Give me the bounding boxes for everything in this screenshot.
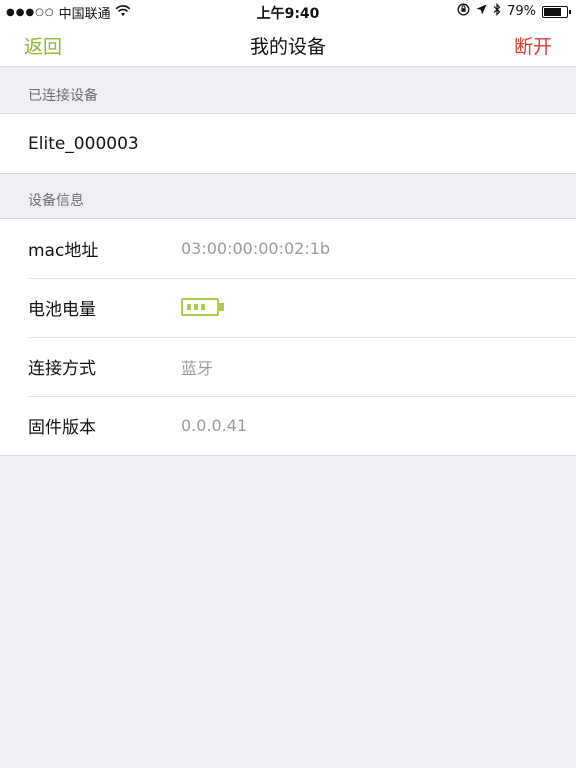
connected-device-list: Elite_000003 bbox=[0, 113, 576, 174]
battery-bars bbox=[187, 304, 213, 310]
battery-bar bbox=[201, 304, 205, 310]
connection-value: 蓝牙 bbox=[181, 358, 214, 378]
battery-percent: 79% bbox=[507, 4, 536, 19]
connected-section-title: 已连接设备 bbox=[28, 88, 98, 104]
location-arrow-icon bbox=[476, 4, 487, 19]
bluetooth-icon bbox=[493, 2, 501, 20]
battery-label: 电池电量 bbox=[28, 300, 96, 320]
firmware-value: 0.0.0.41 bbox=[181, 416, 248, 435]
device-info-list: mac地址 03:00:00:00:02:1b 电池电量 连接方式 蓝牙 固件版… bbox=[0, 218, 576, 456]
orientation-lock-icon bbox=[457, 3, 470, 20]
status-bar: ●●●○○ 中国联通 上午9:40 79% bbox=[0, 0, 576, 22]
page-title: 我的设备 bbox=[249, 36, 326, 58]
battery-icon bbox=[181, 298, 224, 316]
status-battery-icon bbox=[542, 5, 571, 18]
device-name: Elite_000003 bbox=[28, 133, 139, 154]
firmware-label: 固件版本 bbox=[28, 418, 96, 438]
disconnect-button[interactable]: 断开 bbox=[514, 32, 552, 59]
mac-value: 03:00:00:00:02:1b bbox=[181, 239, 331, 258]
navigation-bar: 返回 我的设备 断开 bbox=[0, 22, 576, 67]
info-section-header: 设备信息 bbox=[0, 173, 576, 218]
connected-section-header: 已连接设备 bbox=[0, 67, 576, 113]
info-row-mac: mac地址 03:00:00:00:02:1b bbox=[0, 219, 576, 278]
battery-body bbox=[181, 298, 219, 316]
status-battery-fill bbox=[544, 7, 561, 16]
info-row-battery: 电池电量 bbox=[0, 278, 576, 337]
connected-device-row[interactable]: Elite_000003 bbox=[0, 114, 576, 173]
status-right: 79% bbox=[457, 2, 571, 20]
battery-bar bbox=[187, 304, 191, 310]
info-section-title: 设备信息 bbox=[28, 193, 84, 209]
connection-label: 连接方式 bbox=[28, 359, 96, 379]
battery-bar bbox=[194, 304, 198, 310]
info-row-connection: 连接方式 蓝牙 bbox=[0, 337, 576, 396]
battery-cap bbox=[219, 303, 224, 311]
info-row-firmware: 固件版本 0.0.0.41 bbox=[0, 396, 576, 455]
mac-label: mac地址 bbox=[28, 241, 99, 261]
